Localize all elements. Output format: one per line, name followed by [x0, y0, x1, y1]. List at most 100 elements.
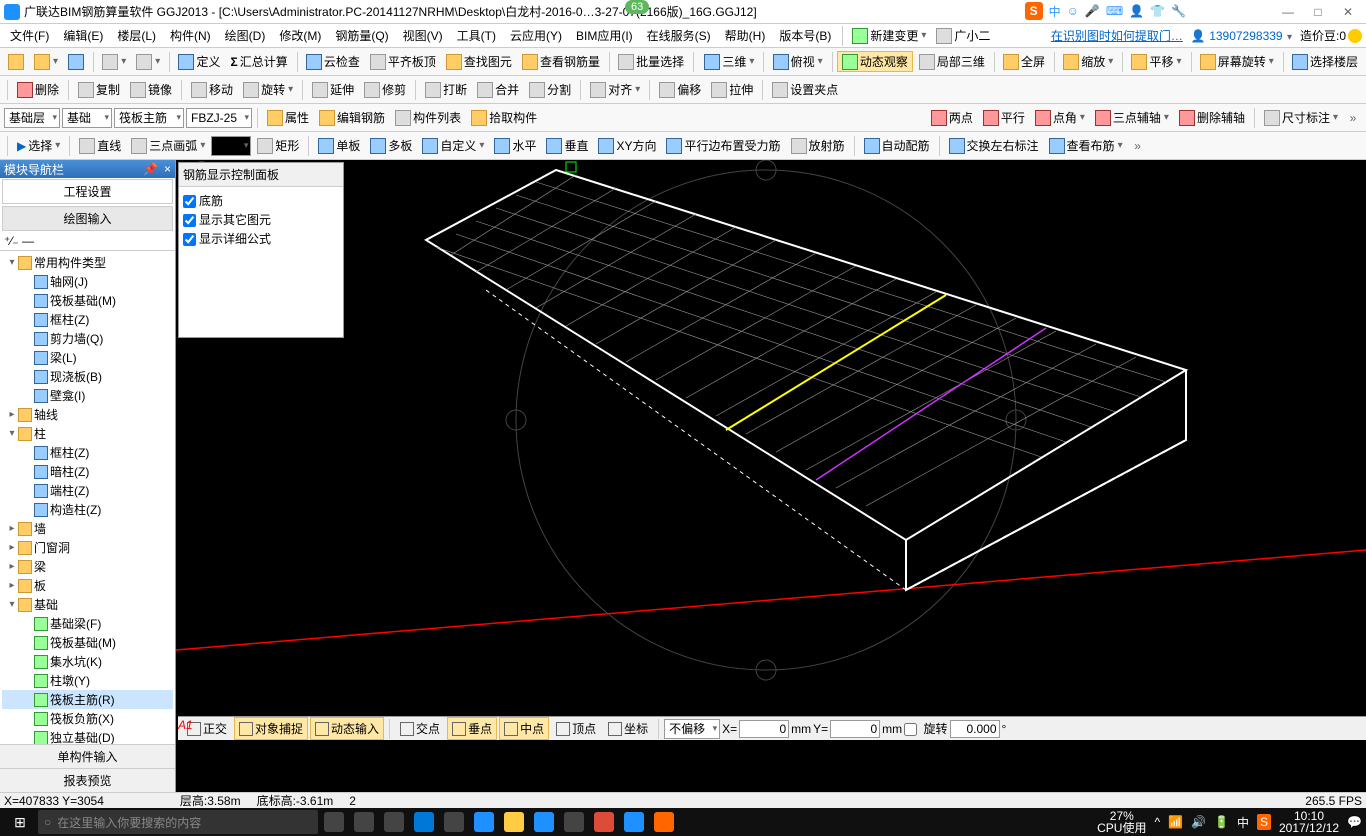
- batch-select-button[interactable]: 批量选择: [614, 51, 688, 72]
- toolbar-overflow-2[interactable]: »: [1129, 139, 1147, 153]
- delete-aux-button[interactable]: 删除辅轴: [1175, 107, 1249, 128]
- taskbar-search[interactable]: ○在这里输入你要搜索的内容: [38, 810, 318, 834]
- save-button[interactable]: [64, 52, 88, 72]
- tree-node[interactable]: ▸轴线: [2, 405, 173, 424]
- edit-rebar-button[interactable]: 编辑钢筋: [315, 107, 389, 128]
- auto-rebar-button[interactable]: 自动配筋: [860, 135, 934, 156]
- tree-node[interactable]: ▸梁: [2, 557, 173, 576]
- mirror-button[interactable]: 镜像: [126, 79, 176, 100]
- xy-direction-button[interactable]: XY方向: [594, 135, 660, 156]
- tray-notifications-icon[interactable]: 💬: [1347, 815, 1362, 829]
- menu-view[interactable]: 视图(V): [397, 25, 449, 46]
- zoom-button[interactable]: 缩放▾: [1059, 51, 1117, 72]
- start-button[interactable]: ⊞: [4, 814, 36, 831]
- opt-show-other[interactable]: 显示其它图元: [183, 210, 339, 229]
- tree-node[interactable]: 现浇板(B): [2, 367, 173, 386]
- copy-button[interactable]: 复制: [74, 79, 124, 100]
- perpendicular-snap[interactable]: 垂点: [447, 717, 497, 740]
- viewport-3d[interactable]: 钢筋显示控制面板 底筋 显示其它图元 显示详细公式 A1 X Y Z: [176, 160, 1366, 792]
- tree-node[interactable]: 端柱(Z): [2, 481, 173, 500]
- tree-node[interactable]: ▸门窗洞: [2, 538, 173, 557]
- pin-icon[interactable]: 📌: [143, 162, 158, 176]
- three-point-aux-button[interactable]: 三点辅轴▾: [1091, 107, 1173, 128]
- select-floor-button[interactable]: 选择楼层: [1288, 51, 1362, 72]
- rect-button[interactable]: 矩形: [253, 135, 303, 156]
- tree-node[interactable]: 基础梁(F): [2, 614, 173, 633]
- tray-network-icon[interactable]: 📶: [1168, 815, 1183, 829]
- rotate-button[interactable]: 旋转▾: [239, 79, 297, 100]
- view-layout-button[interactable]: 查看布筋▾: [1045, 135, 1127, 156]
- menu-tools[interactable]: 工具(T): [451, 25, 502, 46]
- break-button[interactable]: 打断: [421, 79, 471, 100]
- menu-floor[interactable]: 楼层(L): [111, 25, 162, 46]
- midpoint-snap[interactable]: 中点: [499, 717, 549, 740]
- tree-node[interactable]: 筏板基础(M): [2, 633, 173, 652]
- single-board-button[interactable]: 单板: [314, 135, 364, 156]
- delete-button[interactable]: 删除: [13, 79, 63, 100]
- taskbar-folder[interactable]: [500, 808, 528, 836]
- trim-button[interactable]: 修剪: [360, 79, 410, 100]
- tray-battery-icon[interactable]: 🔋: [1214, 815, 1229, 829]
- taskbar-edge[interactable]: [410, 808, 438, 836]
- dynamic-input-toggle[interactable]: 动态输入: [310, 717, 384, 740]
- color-dropdown[interactable]: [211, 136, 251, 156]
- menu-file[interactable]: 文件(F): [4, 25, 55, 46]
- horizontal-button[interactable]: 水平: [490, 135, 540, 156]
- taskbar-app-1[interactable]: [350, 808, 378, 836]
- tree-node[interactable]: 壁龛(I): [2, 386, 173, 405]
- multi-board-button[interactable]: 多板: [366, 135, 416, 156]
- task-view-button[interactable]: [320, 808, 348, 836]
- opt-bottom-rebar[interactable]: 底筋: [183, 191, 339, 210]
- tree-node[interactable]: 轴网(J): [2, 272, 173, 291]
- parallel-button[interactable]: 平行: [979, 107, 1029, 128]
- ime-keyboard-icon[interactable]: ⌨: [1106, 4, 1123, 18]
- dimension-button[interactable]: 尺寸标注▾: [1260, 107, 1342, 128]
- point-angle-button[interactable]: 点角▾: [1031, 107, 1089, 128]
- tree-node[interactable]: ▾柱: [2, 424, 173, 443]
- x-input[interactable]: [739, 720, 789, 738]
- notification-badge[interactable]: 63: [625, 0, 649, 14]
- offset-mode-dropdown[interactable]: 不偏移: [664, 719, 720, 739]
- report-preview-tab[interactable]: 报表预览: [0, 768, 175, 792]
- custom-button[interactable]: 自定义▾: [418, 135, 488, 156]
- menu-online[interactable]: 在线服务(S): [641, 25, 717, 46]
- set-grip-button[interactable]: 设置夹点: [768, 79, 842, 100]
- tree-node[interactable]: 构造柱(Z): [2, 500, 173, 519]
- tree-node[interactable]: ▸墙: [2, 519, 173, 538]
- fullscreen-button[interactable]: 全屏: [999, 51, 1049, 72]
- taskbar-app-5[interactable]: [620, 808, 648, 836]
- sogou-icon[interactable]: S: [1025, 2, 1043, 20]
- menu-draw[interactable]: 绘图(D): [219, 25, 272, 46]
- tree-node[interactable]: 框柱(Z): [2, 310, 173, 329]
- line-button[interactable]: 直线: [75, 135, 125, 156]
- tree-node[interactable]: 柱墩(Y): [2, 671, 173, 690]
- taskbar-app-3[interactable]: [440, 808, 468, 836]
- ime-person-icon[interactable]: 👤: [1129, 4, 1144, 18]
- extend-button[interactable]: 延伸: [308, 79, 358, 100]
- move-button[interactable]: 移动: [187, 79, 237, 100]
- tree-node[interactable]: ▸板: [2, 576, 173, 595]
- tree-node[interactable]: 框柱(Z): [2, 443, 173, 462]
- y-input[interactable]: [830, 720, 880, 738]
- draw-input-tab[interactable]: 绘图输入: [2, 206, 173, 231]
- menu-edit[interactable]: 编辑(E): [57, 25, 109, 46]
- taskbar-chrome[interactable]: [590, 808, 618, 836]
- intersect-snap[interactable]: 交点: [395, 717, 445, 740]
- tree-node[interactable]: 筏板主筋(R): [2, 690, 173, 709]
- tree-node[interactable]: 剪力墙(Q): [2, 329, 173, 348]
- ime-emoji-icon[interactable]: ☺: [1067, 4, 1079, 18]
- close-button[interactable]: ✕: [1342, 5, 1354, 19]
- arc-button[interactable]: 三点画弧▾: [127, 135, 209, 156]
- cpu-meter[interactable]: 27%CPU使用: [1097, 810, 1146, 834]
- tree-node[interactable]: 集水坑(K): [2, 652, 173, 671]
- undo-button[interactable]: ▾: [98, 52, 130, 72]
- tree-node[interactable]: ▾常用构件类型: [2, 253, 173, 272]
- category-dropdown[interactable]: 基础: [62, 108, 112, 128]
- select-tool-button[interactable]: ▶ 选择▾: [13, 135, 64, 156]
- pan-button[interactable]: 平移▾: [1127, 51, 1185, 72]
- member-tree[interactable]: ▾常用构件类型轴网(J)筏板基础(M)框柱(Z)剪力墙(Q)梁(L)现浇板(B)…: [0, 251, 175, 744]
- two-point-button[interactable]: 两点: [927, 107, 977, 128]
- help-link[interactable]: 在识别图时如何提取门…: [1051, 27, 1183, 44]
- split-button[interactable]: 分割: [525, 79, 575, 100]
- coin-balance[interactable]: 造价豆:0: [1300, 27, 1362, 44]
